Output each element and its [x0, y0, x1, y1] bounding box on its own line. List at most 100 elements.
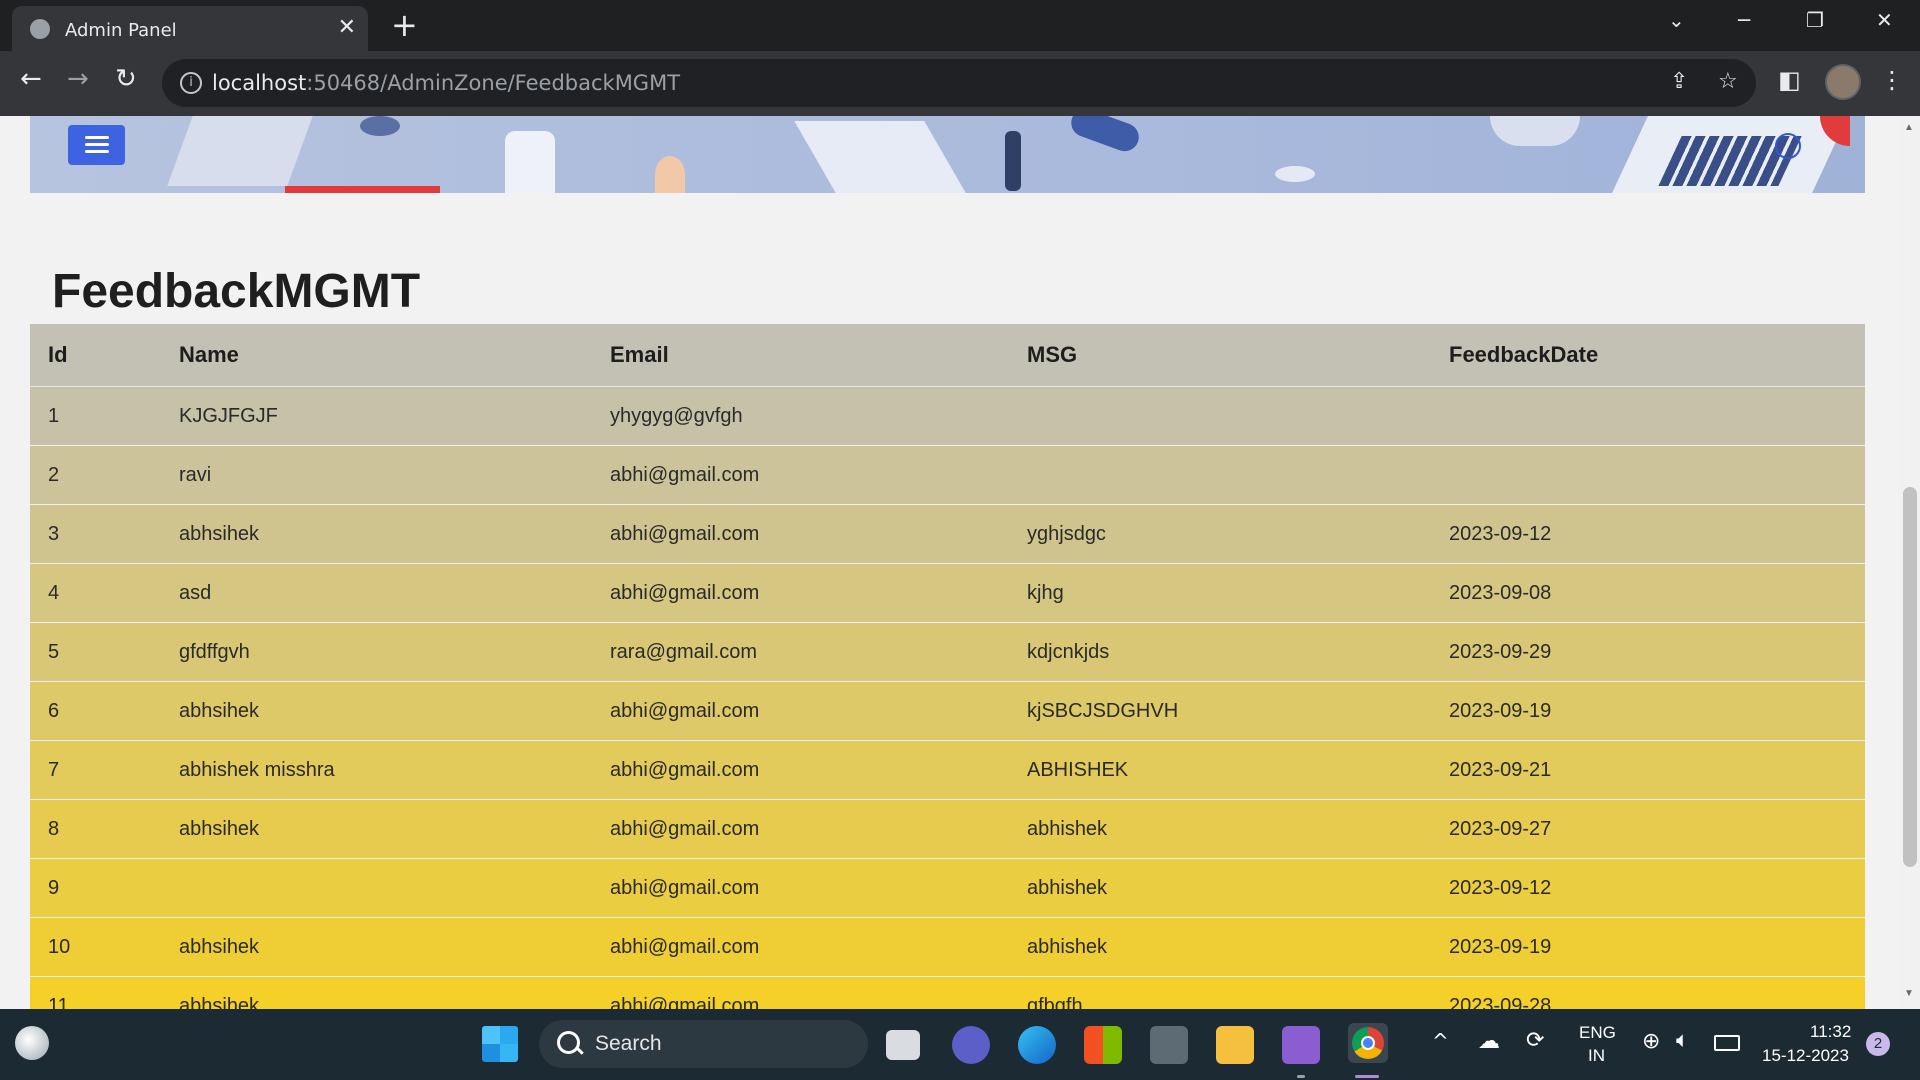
scroll-up-arrow-icon[interactable]: ▲: [1904, 122, 1914, 133]
feedback-table: Id Name Email MSG FeedbackDate 1 KJGJFGJF…: [30, 324, 1865, 1009]
star-icon[interactable]: ☆: [1718, 69, 1738, 94]
address-bar[interactable]: i localhost:50468/AdminZone/FeedbackMGMT…: [162, 59, 1756, 107]
page-title: FeedbackMGMT: [52, 265, 421, 318]
restore-icon[interactable]: ❐: [1806, 8, 1824, 32]
language-indicator-bottom[interactable]: IN: [1588, 1046, 1605, 1066]
cell-id: 2: [30, 445, 161, 505]
table-row: 11 abhsihek abhi@gmail.com gfbgfh 2023-09-28: [30, 976, 1865, 1009]
url-text[interactable]: localhost:50468/AdminZone/FeedbackMGMT: [212, 71, 680, 95]
windows-start-icon[interactable]: [482, 1026, 518, 1062]
active-app-indicator: [1355, 1075, 1379, 1078]
scrollbar-thumb[interactable]: [1903, 487, 1917, 867]
cell-id: 1: [30, 386, 161, 446]
cell-id: 9: [30, 858, 161, 918]
chevron-up-icon[interactable]: ^: [1432, 1029, 1449, 1053]
clock-time[interactable]: 11:32: [1810, 1022, 1851, 1042]
table-body: 1 KJGJFGJF yhygyg@gvfgh 2 ravi abhi@gmail.com…: [30, 386, 1865, 1009]
cell-name: abhsihek: [161, 681, 592, 741]
cell-id: 11: [30, 976, 161, 1009]
banner-illustration-bottle: [505, 131, 555, 193]
running-indicator: [1297, 1075, 1305, 1078]
search-label: Search: [595, 1032, 662, 1055]
browser-toolbar: ← → ↻ i localhost:50468/AdminZone/Feedba…: [0, 51, 1920, 116]
plus-icon[interactable]: +: [391, 8, 418, 42]
volume-icon[interactable]: 🔈︎: [1676, 1028, 1689, 1053]
cell-msg: [1009, 445, 1431, 505]
avatar[interactable]: [1825, 64, 1861, 100]
file-explorer-icon[interactable]: [1216, 1026, 1254, 1064]
close-icon[interactable]: ✕: [338, 15, 356, 40]
network-icon[interactable]: ⊕: [1642, 1029, 1660, 1054]
table-row: 2 ravi abhi@gmail.com: [30, 445, 1865, 505]
banner-illustration-person: [655, 156, 685, 193]
column-header-id[interactable]: Id: [30, 324, 161, 387]
minimize-icon[interactable]: ─: [1738, 8, 1750, 32]
language-indicator-top[interactable]: ENG: [1579, 1023, 1616, 1043]
feedback-table-container: Id Name Email MSG FeedbackDate 1 KJGJFGJF…: [30, 324, 1865, 1009]
page-viewport: FeedbackMGMT Id Name Email MSG FeedbackD…: [0, 116, 1898, 1009]
cell-feedback-date: 2023-09-08: [1431, 563, 1865, 623]
cell-feedback-date: 2023-09-12: [1431, 504, 1865, 564]
info-icon[interactable]: i: [180, 72, 202, 94]
column-header-email[interactable]: Email: [592, 324, 1009, 387]
cell-msg: abhishek: [1009, 917, 1431, 977]
notification-badge[interactable]: 2: [1866, 1032, 1890, 1056]
cell-id: 6: [30, 681, 161, 741]
cell-id: 7: [30, 740, 161, 800]
battery-icon[interactable]: [1714, 1035, 1740, 1051]
cell-email: rara@gmail.com: [592, 622, 1009, 682]
scroll-down-arrow-icon[interactable]: ▼: [1904, 988, 1914, 999]
cell-email: abhi@gmail.com: [592, 504, 1009, 564]
cell-msg: gfbgfh: [1009, 976, 1431, 1009]
cell-feedback-date: 2023-09-27: [1431, 799, 1865, 859]
snipping-tool-icon[interactable]: [1150, 1026, 1188, 1064]
user-icon[interactable]: [1775, 133, 1801, 159]
banner-illustration-printer: [794, 121, 966, 193]
banner-illustration-cup: [1490, 116, 1580, 146]
edge-icon[interactable]: [1018, 1026, 1056, 1064]
cell-email: abhi@gmail.com: [592, 858, 1009, 918]
share-icon[interactable]: ⇪: [1670, 69, 1688, 94]
table-row: 3 abhsihek abhi@gmail.com yghjsdgc 2023-09-1…: [30, 504, 1865, 564]
chat-icon[interactable]: [952, 1026, 990, 1064]
cell-msg: kdjcnkjds: [1009, 622, 1431, 682]
page-scrollbar[interactable]: ▲ ▼: [1898, 116, 1920, 1009]
column-header-msg[interactable]: MSG: [1009, 324, 1431, 387]
browser-tab[interactable]: Admin Panel ✕: [12, 6, 368, 51]
clock-date[interactable]: 15-12-2023: [1762, 1046, 1849, 1066]
sidepanel-icon[interactable]: ◧: [1778, 66, 1801, 94]
sync-icon[interactable]: ⟳: [1526, 1028, 1544, 1053]
task-view-icon[interactable]: [886, 1030, 920, 1060]
weather-icon[interactable]: [15, 1026, 49, 1060]
banner-illustration-gear: [360, 116, 400, 136]
cell-email: abhi@gmail.com: [592, 740, 1009, 800]
reload-icon[interactable]: ↻: [115, 64, 137, 94]
column-header-feedback-date[interactable]: FeedbackDate: [1431, 324, 1865, 387]
store-icon[interactable]: [1084, 1026, 1122, 1064]
cell-id: 3: [30, 504, 161, 564]
onedrive-icon[interactable]: ☁: [1478, 1029, 1500, 1054]
cell-feedback-date: 2023-09-29: [1431, 622, 1865, 682]
chevron-down-icon[interactable]: ⌄: [1668, 8, 1685, 32]
column-header-name[interactable]: Name: [161, 324, 592, 387]
cell-email: abhi@gmail.com: [592, 976, 1009, 1009]
table-row: 5 gfdffgvh rara@gmail.com kdjcnkjds 2023-09-…: [30, 622, 1865, 682]
table-row: 1 KJGJFGJF yhygyg@gvfgh: [30, 386, 1865, 446]
cell-msg: abhishek: [1009, 858, 1431, 918]
cell-name: abhishek misshra: [161, 740, 592, 800]
cell-email: abhi@gmail.com: [592, 799, 1009, 859]
visual-studio-icon[interactable]: [1282, 1026, 1320, 1064]
back-icon[interactable]: ←: [20, 64, 42, 94]
forward-icon[interactable]: →: [67, 64, 89, 94]
banner-illustration-bar: [285, 186, 440, 193]
chrome-taskbar-button[interactable]: [1348, 1023, 1388, 1063]
window-close-icon[interactable]: ✕: [1876, 8, 1893, 32]
kebab-menu-icon[interactable]: ⋮: [1880, 66, 1904, 94]
cell-name: abhsihek: [161, 976, 592, 1009]
cell-feedback-date: [1431, 386, 1865, 446]
taskbar-search-box[interactable]: Search: [539, 1020, 868, 1068]
tab-title: Admin Panel: [65, 20, 177, 41]
cell-email: yhygyg@gvfgh: [592, 386, 1009, 446]
hamburger-icon[interactable]: [68, 125, 125, 165]
table-row: 7 abhishek misshra abhi@gmail.com ABHISHEK 2…: [30, 740, 1865, 800]
